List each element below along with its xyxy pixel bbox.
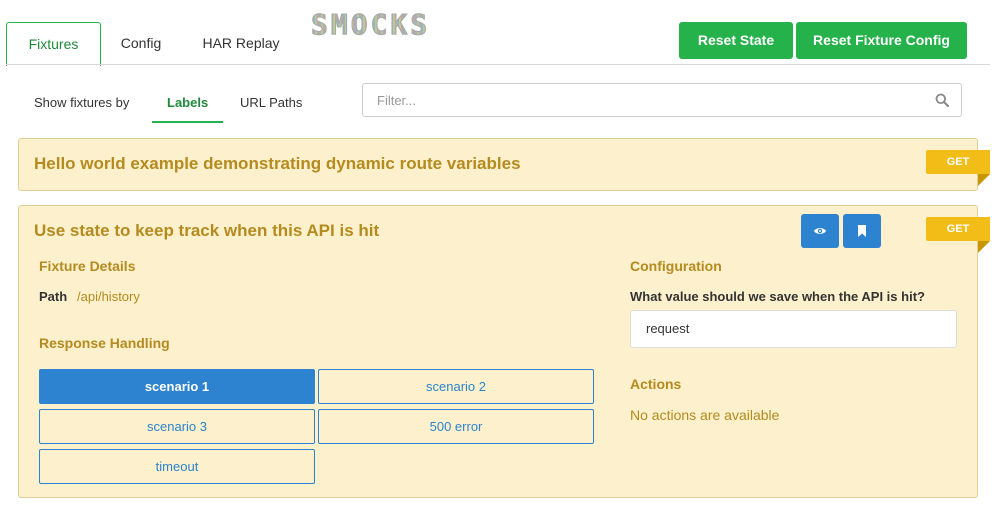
bookmark-fixture-button[interactable] [843, 214, 881, 248]
smocks-logo: SMOCKS [310, 8, 431, 42]
configuration-heading: Configuration [630, 258, 722, 274]
view-fixture-button[interactable] [801, 214, 839, 248]
bookmark-icon [858, 225, 866, 237]
tab-config[interactable]: Config [109, 22, 173, 65]
reset-fixture-config-button[interactable]: Reset Fixture Config [796, 22, 967, 59]
fixture-card[interactable]: Hello world example demonstrating dynami… [18, 138, 990, 191]
path-value: /api/history [77, 289, 140, 304]
tab-labels[interactable]: Labels [167, 95, 208, 110]
scenario-3-button[interactable]: scenario 3 [39, 409, 315, 444]
scenario-1-button[interactable]: scenario 1 [39, 369, 315, 404]
actions-heading: Actions [630, 376, 682, 392]
fixture-details-heading: Fixture Details [39, 258, 136, 274]
reset-state-button[interactable]: Reset State [679, 22, 793, 59]
active-tab-indicator [152, 121, 223, 123]
filter-box [362, 83, 962, 117]
config-question-label: What value should we save when the API i… [630, 289, 925, 304]
scenario-2-button[interactable]: scenario 2 [318, 369, 594, 404]
timeout-button[interactable]: timeout [39, 449, 315, 484]
tab-har-replay[interactable]: HAR Replay [196, 22, 286, 65]
config-value-input[interactable]: request [630, 310, 957, 348]
method-badge: GET [926, 150, 990, 186]
method-badge: GET [926, 217, 990, 253]
error-500-button[interactable]: 500 error [318, 409, 594, 444]
show-fixtures-by-label: Show fixtures by [34, 95, 130, 110]
filter-input[interactable] [363, 84, 903, 116]
search-icon[interactable] [935, 93, 949, 107]
tabs-divider [6, 64, 990, 65]
fixture-title[interactable]: Hello world example demonstrating dynami… [34, 154, 521, 174]
no-actions-text: No actions are available [630, 407, 780, 423]
tab-fixtures[interactable]: Fixtures [6, 22, 101, 66]
fixture-title[interactable]: Use state to keep track when this API is… [34, 221, 379, 241]
response-handling-heading: Response Handling [39, 335, 170, 351]
path-label: Path [39, 289, 68, 304]
fixture-card-expanded: Use state to keep track when this API is… [18, 205, 990, 498]
eye-icon [814, 228, 826, 234]
tab-url-paths[interactable]: URL Paths [240, 95, 302, 110]
